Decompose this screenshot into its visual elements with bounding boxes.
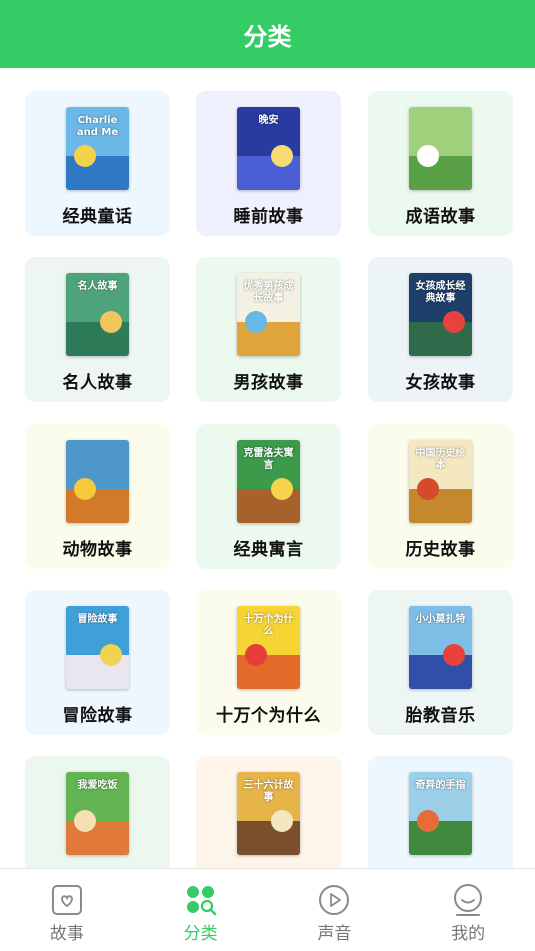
smile-face-icon (454, 884, 483, 916)
cover-illustration (245, 311, 267, 333)
cover-title: Charlie and Me (76, 115, 119, 138)
category-card[interactable]: 名人故事 名人故事 (25, 257, 170, 402)
category-card[interactable]: 克雷洛夫寓言 经典寓言 (196, 424, 341, 569)
cover-illustration (74, 810, 96, 832)
cover-illustration (100, 644, 122, 666)
category-card[interactable]: 冒险故事 冒险故事 (25, 590, 170, 735)
category-card[interactable]: 动物故事 (25, 424, 170, 569)
cover-title: 中国历史绘本 (415, 448, 466, 471)
cover-title: 三十六计故事 (243, 780, 294, 803)
book-cover-image: 冒险故事 (66, 606, 129, 689)
category-card[interactable]: 小小莫扎特 胎教音乐 (368, 590, 513, 735)
tab-label: 声音 (317, 924, 352, 944)
cover-title: 优秀男孩成长故事 (243, 281, 294, 304)
category-card[interactable]: 我爱吃饭 (25, 756, 170, 868)
book-cover-image: Charlie and Me (66, 107, 129, 190)
category-card[interactable]: 优秀男孩成长故事 男孩故事 (196, 257, 341, 402)
category-label: 冒险故事 (62, 706, 133, 726)
book-cover-image: 克雷洛夫寓言 (237, 440, 300, 523)
page-title: 分类 (243, 22, 292, 51)
category-label: 成语故事 (405, 207, 476, 227)
tab-label: 分类 (183, 924, 218, 944)
book-cover-image (409, 107, 472, 190)
category-card[interactable]: 奇异的手指 (368, 756, 513, 868)
cover-illustration (443, 644, 465, 666)
category-label: 动物故事 (62, 540, 133, 560)
cover-illustration (443, 311, 465, 333)
cover-illustration (100, 311, 122, 333)
header-bar: 分类 (0, 0, 535, 68)
category-label: 经典寓言 (233, 540, 304, 560)
cover-illustration (271, 145, 293, 167)
book-cover-image: 三十六计故事 (237, 772, 300, 855)
book-cover-image: 中国历史绘本 (409, 440, 472, 523)
tab-category[interactable]: 分类 (134, 869, 268, 951)
cover-illustration (271, 810, 293, 832)
category-grid: Charlie and Me 经典童话 晚安 睡前故事 成语故事 名人故事 名人故事 优秀男孩… (0, 68, 535, 868)
category-icon (186, 886, 216, 916)
cover-title: 奇异的手指 (415, 780, 466, 791)
tab-label: 我的 (451, 924, 486, 944)
category-label: 名人故事 (62, 373, 133, 393)
category-card[interactable]: 晚安 睡前故事 (196, 91, 341, 236)
cover-title: 小小莫扎特 (415, 614, 466, 625)
category-label: 睡前故事 (233, 207, 304, 227)
book-cover-image: 晚安 (237, 107, 300, 190)
cover-title: 十万个为什么 (243, 614, 294, 637)
cover-title: 克雷洛夫寓言 (243, 448, 294, 471)
tab-stories[interactable]: 故事 (0, 869, 134, 951)
cover-illustration (245, 644, 267, 666)
book-cover-image: 我爱吃饭 (66, 772, 129, 855)
book-cover-image: 奇异的手指 (409, 772, 472, 855)
category-label: 胎教音乐 (405, 706, 476, 726)
category-label: 经典童话 (62, 207, 133, 227)
cover-title: 晚安 (258, 115, 279, 126)
cover-illustration (74, 478, 96, 500)
category-label: 十万个为什么 (216, 706, 321, 726)
cover-title: 名人故事 (77, 281, 118, 292)
play-circle-icon (319, 885, 350, 915)
book-cover-image: 十万个为什么 (237, 606, 300, 689)
category-label: 男孩故事 (233, 373, 304, 393)
cover-title: 女孩成长经典故事 (415, 281, 466, 304)
book-cover-image (66, 440, 129, 523)
cover-illustration (417, 810, 439, 832)
cover-title: 我爱吃饭 (77, 780, 118, 791)
category-card[interactable]: 成语故事 (368, 91, 513, 236)
cover-illustration (417, 145, 439, 167)
cover-illustration (417, 478, 439, 500)
category-label: 女孩故事 (405, 373, 476, 393)
tab-mine[interactable]: 我的 (401, 869, 535, 951)
category-card[interactable]: 三十六计故事 (196, 756, 341, 868)
cover-illustration (74, 145, 96, 167)
category-card[interactable]: 中国历史绘本 历史故事 (368, 424, 513, 569)
cover-illustration (271, 478, 293, 500)
book-cover-image: 女孩成长经典故事 (409, 273, 472, 356)
heart-box-icon (51, 885, 82, 915)
tab-audio[interactable]: 声音 (268, 869, 402, 951)
category-card[interactable]: 女孩成长经典故事 女孩故事 (368, 257, 513, 402)
category-label: 历史故事 (405, 540, 476, 560)
book-cover-image: 名人故事 (66, 273, 129, 356)
category-card[interactable]: 十万个为什么 十万个为什么 (196, 590, 341, 735)
book-cover-image: 小小莫扎特 (409, 606, 472, 689)
category-card[interactable]: Charlie and Me 经典童话 (25, 91, 170, 236)
book-cover-image: 优秀男孩成长故事 (237, 273, 300, 356)
bottom-tab-bar: 故事 分类 声音 我的 (0, 868, 535, 951)
cover-title: 冒险故事 (77, 614, 118, 625)
tab-label: 故事 (49, 924, 84, 944)
